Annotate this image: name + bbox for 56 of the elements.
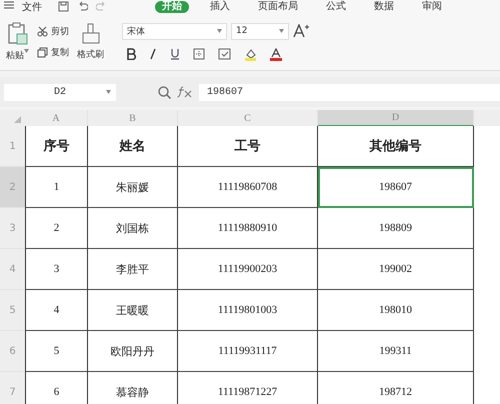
ribbon-tab[interactable]: 审阅 [415, 0, 449, 12]
redo-icon [96, 1, 107, 12]
underline-icon[interactable] [170, 48, 180, 60]
table-cell: 198607 [318, 167, 474, 208]
table-cell: 11119900203 [178, 249, 318, 290]
table-cell: 5 [25, 331, 88, 372]
font-size-select[interactable]: 12 [231, 22, 289, 40]
table-cell: 4 [25, 290, 88, 331]
italic-icon[interactable] [149, 48, 157, 60]
table-cell: 11119931117 [178, 331, 318, 372]
format-painter-button[interactable]: 格式刷 [77, 48, 104, 60]
ribbon-tab[interactable]: 插入 [203, 0, 237, 12]
table-cell: 朱丽媛 [88, 167, 178, 208]
clipboard-icon[interactable] [6, 22, 28, 46]
caret-icon [279, 29, 284, 33]
table-cell: 11119871227 [178, 372, 318, 404]
ribbon-tab[interactable]: 数据 [367, 0, 401, 12]
copy-button[interactable]: 复制 [37, 46, 69, 58]
table-cell: 3 [25, 249, 88, 290]
fill-color-icon[interactable] [244, 48, 257, 60]
table-cell: 11119880910 [178, 208, 318, 249]
formula-input[interactable]: 198607 [199, 84, 500, 100]
ribbon-tab[interactable]: 公式 [319, 0, 353, 12]
table-cell: 李胜平 [88, 249, 178, 290]
table-cell: 6 [25, 372, 88, 404]
file-menu[interactable]: 文件 [22, 0, 42, 14]
table-cell: 2 [25, 208, 88, 249]
save-icon[interactable] [58, 1, 69, 12]
caret-icon [24, 48, 29, 52]
table-cell: 刘国栋 [88, 208, 178, 249]
zoom-icon[interactable] [158, 86, 171, 98]
copy-icon [37, 46, 48, 58]
scissors-icon [37, 26, 48, 36]
table-cell: 欧阳丹丹 [88, 331, 178, 372]
border-icon[interactable] [193, 48, 205, 60]
table-cell: 序号 [25, 126, 88, 167]
font-family-select[interactable]: 宋体 [122, 22, 227, 40]
caret-icon [106, 90, 111, 94]
table-cell: 1 [25, 167, 88, 208]
table-cell: 工号 [178, 126, 318, 167]
cut-button[interactable]: 剪切 [37, 24, 69, 38]
function-icon[interactable] [177, 86, 193, 98]
table-cell: 11119860708 [178, 167, 318, 208]
font-color-icon[interactable] [270, 48, 282, 60]
table-cell: 11119801003 [178, 290, 318, 331]
name-box[interactable]: D2 [4, 84, 116, 100]
brush-icon[interactable] [82, 22, 100, 44]
grow-font-icon[interactable] [293, 24, 309, 38]
table-cell: 王暖暖 [88, 290, 178, 331]
bold-icon[interactable] [126, 48, 136, 60]
paste-button[interactable]: 粘贴 [6, 48, 29, 62]
table-cell: 姓名 [88, 126, 178, 167]
ribbon-tab[interactable]: 页面布局 [251, 0, 305, 12]
table-cell: 慕容静 [88, 372, 178, 404]
caret-icon [217, 29, 222, 33]
undo-icon[interactable] [77, 1, 88, 12]
